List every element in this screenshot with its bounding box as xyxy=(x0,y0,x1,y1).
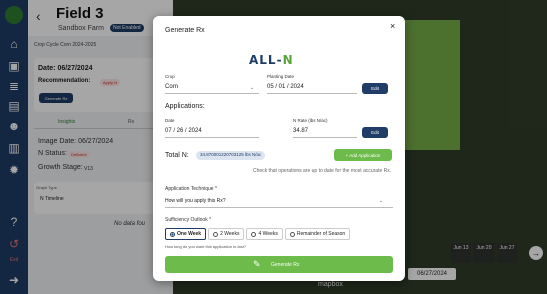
technique-select[interactable]: How will you apply this Rx? xyxy=(165,194,393,208)
prescription-icon: ✎ xyxy=(253,259,261,269)
radio-remainder-of-season[interactable]: Remainder of Season xyxy=(284,228,351,240)
radio-dot-icon xyxy=(289,231,295,237)
radio-2-weeks[interactable]: 2 Weeks xyxy=(208,228,245,240)
app-date-label: Date xyxy=(165,118,175,123)
n-rate-input[interactable]: 34.87 xyxy=(293,125,357,138)
applications-heading: Applications: xyxy=(165,103,205,110)
planting-date-label: Planting Date xyxy=(267,74,295,79)
generate-rx-label: Generate Rx xyxy=(271,262,300,268)
crop-label: Crop xyxy=(165,74,175,79)
total-n-value: 34.870001220703125 lbs N/ac xyxy=(196,151,266,160)
radio-dot-icon xyxy=(170,231,175,237)
sufficiency-label: Sufficiency Outlook * xyxy=(165,217,212,223)
sufficiency-radio-group: One Week 2 Weeks 4 Weeks Remainder of Se… xyxy=(165,228,352,240)
radio-4-weeks[interactable]: 4 Weeks xyxy=(246,228,283,240)
radio-dot-icon xyxy=(251,231,257,237)
chevron-down-icon: ⌄ xyxy=(250,85,255,91)
planting-date-input[interactable]: 05 / 01 / 2024 xyxy=(267,81,357,94)
modal-title: Generate Rx xyxy=(165,27,205,34)
how-long-hint: How long do you want this application to… xyxy=(165,244,246,249)
add-application-button[interactable]: + Add Application xyxy=(334,149,392,161)
technique-label: Application Technique * xyxy=(165,186,217,192)
n-rate-label: N Rate (lbs N/ac) xyxy=(293,118,328,123)
chevron-down-icon: ⌄ xyxy=(379,198,384,204)
edit-planting-date-button[interactable]: Edit xyxy=(362,83,388,94)
radio-one-week[interactable]: One Week xyxy=(165,228,207,240)
edit-application-button[interactable]: Edit xyxy=(362,127,388,138)
crop-select[interactable]: Corn xyxy=(165,81,259,94)
total-n-label: Total N: xyxy=(165,152,189,159)
app-date-input[interactable]: 07 / 26 / 2024 xyxy=(165,125,259,138)
radio-dot-icon xyxy=(213,231,219,237)
close-icon[interactable]: × xyxy=(390,21,395,31)
check-note: Check that operations are up to date for… xyxy=(253,168,392,174)
generate-rx-modal: Generate Rx × ALL-N Crop Corn ⌄ Planting… xyxy=(153,16,405,281)
brand-logo: ALL-N xyxy=(249,53,294,67)
